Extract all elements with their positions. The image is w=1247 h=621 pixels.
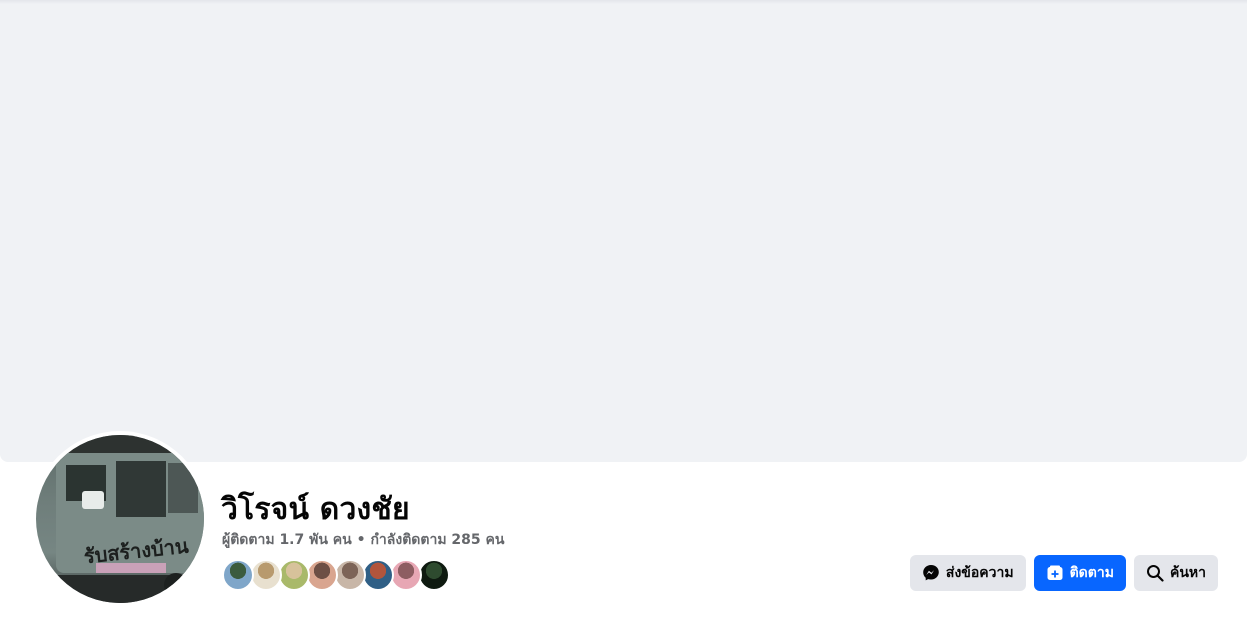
follower-avatar-8[interactable] [418,559,450,591]
follower-avatar-list [222,559,450,591]
profile-picture[interactable]: รับสร้างบ้าน [32,431,208,607]
stats-separator: • [351,532,371,548]
follower-avatar-6[interactable] [362,559,394,591]
follow-icon [1046,564,1064,582]
followers-count[interactable]: ผู้ติดตาม 1.7 พัน คน [222,532,352,548]
follower-avatar-5[interactable] [334,559,366,591]
search-icon [1146,564,1164,582]
follower-avatar-3[interactable] [278,559,310,591]
follow-stats: ผู้ติดตาม 1.7 พัน คน • กำลังติดตาม 285 ค… [222,529,504,551]
messenger-icon [922,564,940,582]
message-button[interactable]: ส่งข้อความ [909,555,1026,591]
search-button-label: ค้นหา [1169,564,1206,580]
follower-avatar-2[interactable] [250,559,282,591]
profile-actions: ส่งข้อความ ติดตาม ค้นหา [909,555,1218,591]
message-button-label: ส่งข้อความ [945,564,1014,580]
search-button[interactable]: ค้นหา [1133,555,1218,591]
profile-picture-image: รับสร้างบ้าน [36,435,204,603]
follower-avatar-7[interactable] [390,559,422,591]
follower-avatar-4[interactable] [306,559,338,591]
follow-button-label: ติดตาม [1069,564,1114,580]
profile-name: วิโรจน์ ดวงชัย [221,492,410,527]
follow-button[interactable]: ติดตาม [1033,555,1126,591]
cover-photo-area[interactable] [0,0,1247,462]
follower-avatar-1[interactable] [222,559,254,591]
following-count[interactable]: กำลังติดตาม 285 คน [370,532,504,548]
top-bar-shadow [0,0,1247,4]
